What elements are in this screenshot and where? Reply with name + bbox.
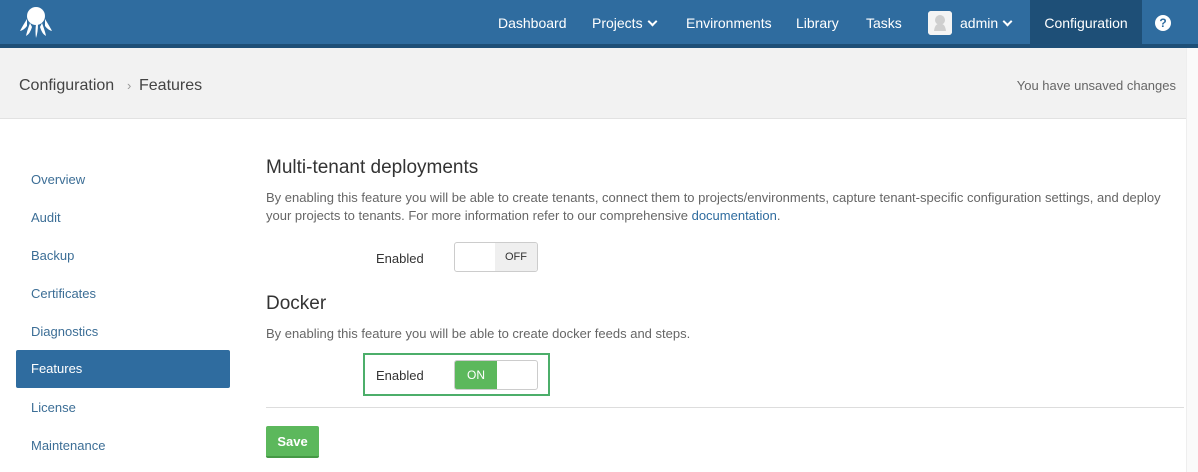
breadcrumb-bar: Configuration › Features You have unsave… bbox=[0, 48, 1198, 119]
sidebar-item-maintenance[interactable]: Maintenance bbox=[16, 427, 230, 465]
nav-environments[interactable]: Environments bbox=[686, 0, 772, 44]
toggle-on-state: ON bbox=[455, 361, 497, 389]
documentation-link[interactable]: documentation bbox=[692, 208, 777, 223]
breadcrumb-chevron-icon: › bbox=[127, 78, 132, 93]
nav-user-menu[interactable]: admin bbox=[960, 0, 1013, 44]
nav-user-label: admin bbox=[960, 15, 999, 31]
breadcrumb-current: Features bbox=[139, 77, 203, 94]
sidebar-item-backup[interactable]: Backup bbox=[16, 237, 230, 275]
nav-tasks[interactable]: Tasks bbox=[866, 0, 902, 44]
sidebar-item-features[interactable]: Features bbox=[16, 350, 230, 388]
form-divider bbox=[266, 407, 1184, 408]
save-button[interactable]: Save bbox=[266, 426, 319, 458]
docker-toggle[interactable]: ON bbox=[454, 360, 538, 390]
help-icon[interactable]: ? bbox=[1155, 15, 1171, 31]
sidebar-item-diagnostics[interactable]: Diagnostics bbox=[16, 313, 230, 351]
user-avatar-icon[interactable] bbox=[928, 11, 952, 35]
breadcrumb-configuration[interactable]: Configuration bbox=[19, 77, 114, 95]
chevron-down-icon bbox=[647, 16, 658, 27]
multitenant-desc-end: . bbox=[776, 208, 781, 223]
nav-configuration[interactable]: Configuration bbox=[1030, 0, 1142, 48]
multitenant-enabled-label: Enabled bbox=[376, 251, 424, 266]
nav-projects-label: Projects bbox=[592, 15, 643, 31]
nav-library[interactable]: Library bbox=[796, 0, 839, 44]
multitenant-description: By enabling this feature you will be abl… bbox=[266, 189, 1166, 225]
docker-description: By enabling this feature you will be abl… bbox=[266, 326, 691, 341]
toggle-off-state: OFF bbox=[495, 243, 537, 271]
nav-projects[interactable]: Projects bbox=[592, 0, 658, 44]
octopus-logo-icon[interactable] bbox=[18, 5, 54, 39]
sidebar-item-audit[interactable]: Audit bbox=[16, 199, 230, 237]
docker-enabled-label: Enabled bbox=[376, 368, 424, 383]
sidebar-item-overview[interactable]: Overview bbox=[16, 161, 230, 199]
sidebar-item-certificates[interactable]: Certificates bbox=[16, 275, 230, 313]
multitenant-title: Multi-tenant deployments bbox=[266, 157, 479, 178]
scrollbar[interactable] bbox=[1186, 48, 1198, 472]
docker-title: Docker bbox=[266, 293, 327, 314]
nav-dashboard[interactable]: Dashboard bbox=[498, 0, 567, 44]
chevron-down-icon bbox=[1002, 16, 1013, 27]
multitenant-toggle[interactable]: OFF bbox=[454, 242, 538, 272]
sidebar-item-license[interactable]: License bbox=[16, 389, 230, 427]
unsaved-changes-status: You have unsaved changes bbox=[1016, 78, 1176, 93]
